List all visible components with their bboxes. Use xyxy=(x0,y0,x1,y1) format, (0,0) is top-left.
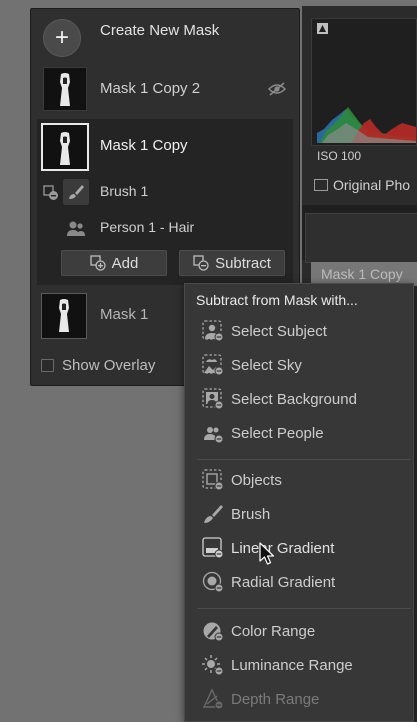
menu-item-depth-range: Depth Range xyxy=(185,682,413,716)
select-people-icon xyxy=(201,421,225,445)
add-label: Add xyxy=(111,254,139,272)
menu-item-label: Color Range xyxy=(231,622,316,640)
add-mode-icon xyxy=(89,255,106,271)
component-person-hair[interactable]: Person 1 - Hair xyxy=(31,213,293,243)
right-panel-card xyxy=(305,213,417,263)
menu-item-color-range[interactable]: Color Range xyxy=(185,614,413,648)
original-photo-toggle[interactable]: Original Pho xyxy=(314,177,410,193)
plus-icon: + xyxy=(54,24,69,51)
component-brush[interactable]: Brush 1 xyxy=(31,177,293,207)
color-range-icon xyxy=(201,619,225,643)
menu-item-radial-gradient[interactable]: Radial Gradient xyxy=(185,565,413,599)
radial-gradient-icon xyxy=(201,570,225,594)
luminance-range-icon xyxy=(201,653,225,677)
component-label: Brush 1 xyxy=(100,183,149,199)
menu-item-label: Luminance Range xyxy=(231,656,353,674)
mask-row-selected[interactable]: Mask 1 Copy xyxy=(31,121,299,171)
subtract-label: Subtract xyxy=(215,254,271,272)
menu-item-label: Linear Gradient xyxy=(231,539,335,557)
menu-item-objects[interactable]: Objects xyxy=(185,463,413,497)
menu-item-label: Depth Range xyxy=(231,690,320,708)
show-overlay-checkbox[interactable] xyxy=(41,359,54,372)
add-button[interactable]: Add xyxy=(61,250,167,276)
menu-item-select-people[interactable]: Select People xyxy=(185,416,413,450)
mask-name: Mask 1 Copy 2 xyxy=(100,80,201,97)
mask-row[interactable]: Mask 1 Copy 2 xyxy=(31,65,299,115)
show-overlay-toggle[interactable]: Show Overlay xyxy=(41,357,155,374)
component-label: Person 1 - Hair xyxy=(100,219,195,235)
histogram xyxy=(311,18,417,146)
mask-thumbnail xyxy=(41,123,89,171)
eye-slash-icon[interactable] xyxy=(267,81,287,97)
select-background-icon xyxy=(201,387,225,411)
menu-item-luminance-range[interactable]: Luminance Range xyxy=(185,648,413,682)
subtract-button[interactable]: Subtract xyxy=(179,250,285,276)
menu-item-brush[interactable]: Brush xyxy=(185,497,413,531)
menu-item-label: Select Sky xyxy=(231,356,302,374)
menu-item-select-subject[interactable]: Select Subject xyxy=(185,314,413,348)
person-icon xyxy=(63,215,89,241)
right-panel-mask-label: Mask 1 Copy xyxy=(321,266,403,282)
menu-item-label: Select Subject xyxy=(231,322,327,340)
objects-icon xyxy=(201,468,225,492)
brush-icon xyxy=(63,179,89,205)
create-new-mask-label[interactable]: Create New Mask xyxy=(100,22,219,39)
linear-gradient-icon xyxy=(201,536,225,560)
portrait-silhouette-icon xyxy=(59,299,69,332)
select-subject-icon xyxy=(201,319,225,343)
select-sky-icon xyxy=(201,353,225,377)
menu-item-select-sky[interactable]: Select Sky xyxy=(185,348,413,382)
depth-range-icon xyxy=(201,687,225,711)
original-photo-label: Original Pho xyxy=(333,177,411,193)
portrait-silhouette-icon xyxy=(60,73,70,106)
menu-item-label: Select Background xyxy=(231,390,357,408)
menu-separator xyxy=(197,608,411,609)
mask-name: Mask 1 xyxy=(100,306,149,323)
menu-item-label: Select People xyxy=(231,424,324,442)
menu-item-label: Radial Gradient xyxy=(231,573,336,591)
menu-title: Subtract from Mask with... xyxy=(196,292,358,308)
brush-icon xyxy=(201,502,225,526)
menu-item-select-background[interactable]: Select Background xyxy=(185,382,413,416)
mouse-cursor-icon xyxy=(259,542,275,565)
subtract-menu: Subtract from Mask with... Select Subjec… xyxy=(184,283,414,722)
menu-item-linear-gradient[interactable]: Linear Gradient xyxy=(185,531,413,565)
mask-thumbnail xyxy=(43,67,87,111)
menu-item-label: Brush xyxy=(231,505,271,523)
portrait-silhouette-icon xyxy=(60,132,70,165)
checkbox-icon xyxy=(314,179,328,191)
create-new-mask-button[interactable]: + xyxy=(43,19,81,57)
show-overlay-label: Show Overlay xyxy=(62,357,156,374)
subtract-mode-icon xyxy=(193,255,209,271)
mask-name: Mask 1 Copy xyxy=(100,137,188,154)
menu-item-label: Objects xyxy=(231,471,282,489)
subtract-mode-icon xyxy=(43,185,58,200)
iso-readout: ISO 100 xyxy=(317,149,362,163)
menu-separator xyxy=(197,459,411,460)
mask-thumbnail xyxy=(41,293,87,339)
